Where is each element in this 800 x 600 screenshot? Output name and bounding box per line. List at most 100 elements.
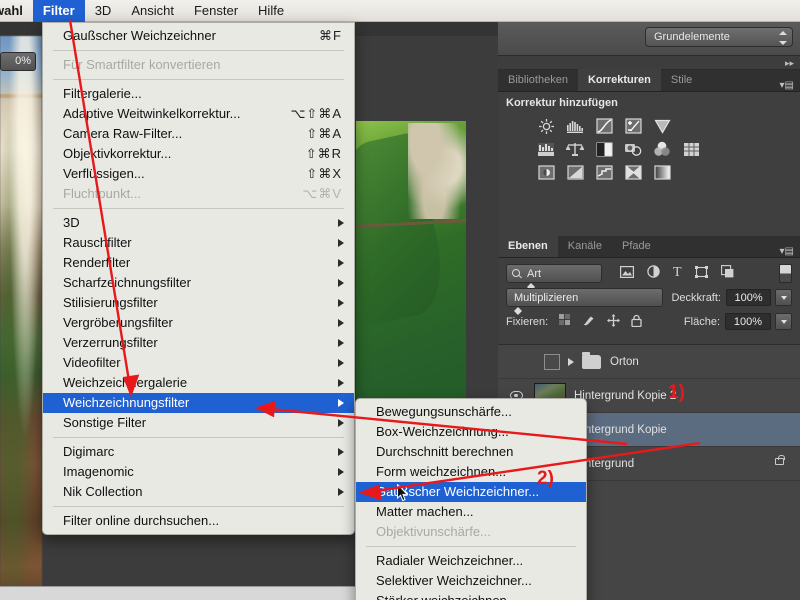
menu-item-imagenomic[interactable]: Imagenomic: [43, 462, 354, 482]
chevron-updown-icon: [514, 307, 662, 315]
menu-item-3d[interactable]: 3D: [43, 213, 354, 233]
table-row[interactable]: Orton: [498, 345, 800, 379]
fill-value[interactable]: 100%: [725, 313, 771, 330]
exposure-icon[interactable]: [623, 117, 643, 135]
gradient-map-icon[interactable]: [652, 163, 672, 181]
menu-item-filter-online-durchsuchen[interactable]: Filter online durchsuchen...: [43, 511, 354, 531]
submenu-item-matter-machen[interactable]: Matter machen...: [356, 502, 586, 522]
color-balance-icon[interactable]: [565, 140, 585, 158]
tab-pfade[interactable]: Pfade: [612, 235, 661, 257]
lock-all-icon[interactable]: [631, 314, 642, 330]
menu-item-label: Rauschfilter: [63, 235, 132, 250]
submenu-item-radialer-weichzeichner[interactable]: Radialer Weichzeichner...: [356, 551, 586, 571]
curves-icon[interactable]: [594, 117, 614, 135]
menu-item-label: Objektivkorrektur...: [63, 146, 172, 161]
lock-image-icon[interactable]: [582, 314, 596, 329]
submenu-item-durchschnitt-berechnen[interactable]: Durchschnitt berechnen: [356, 442, 586, 462]
workspace-switcher[interactable]: Grundelemente: [645, 27, 793, 47]
submenu-arrow-icon: [338, 448, 344, 456]
blend-mode-select[interactable]: Multiplizieren: [506, 288, 664, 315]
menu-item-filtergalerie[interactable]: Filtergalerie...: [43, 84, 354, 104]
levels-icon[interactable]: [565, 117, 585, 135]
menu-filter[interactable]: Filter: [32, 0, 85, 22]
chevron-right-icon[interactable]: [568, 357, 574, 366]
tab-stile[interactable]: Stile: [661, 69, 702, 91]
opacity-value[interactable]: 100%: [725, 289, 772, 306]
menu-item-sonstige-filter[interactable]: Sonstige Filter: [43, 413, 354, 433]
type-layer-icon[interactable]: T: [673, 266, 682, 280]
menu-item-label: Renderfilter: [63, 255, 131, 270]
invert-icon[interactable]: [536, 163, 556, 181]
adjustment-layer-icon[interactable]: [647, 265, 660, 281]
menu-item-renderfilter[interactable]: Renderfilter: [43, 253, 354, 273]
panel-menu-icon[interactable]: ▾▤: [780, 80, 794, 91]
fill-stepper[interactable]: [775, 313, 792, 330]
menu-item-adaptive-weitwinkelkorrektur[interactable]: Adaptive Weitwinkelkorrektur... ⌥⇧⌘A: [43, 104, 354, 124]
menu-item-camera-raw-filter[interactable]: Camera Raw-Filter... ⇧⌘A: [43, 124, 354, 144]
layer-name: Hintergrund Kopie: [574, 423, 667, 436]
black-white-icon[interactable]: [594, 140, 614, 158]
group-checkbox[interactable]: [544, 353, 560, 370]
menu-item-label: Radialer Weichzeichner...: [376, 553, 524, 568]
menu-item-label: Verzerrungsfilter: [63, 335, 158, 350]
menu-item-verzerrungsfilter[interactable]: Verzerrungsfilter: [43, 333, 354, 353]
menu-item-digimarc[interactable]: Digimarc: [43, 442, 354, 462]
menu-item-vergroeberungsfilter[interactable]: Vergröberungsfilter: [43, 313, 354, 333]
menu-item-shortcut: ⇧⌘R: [305, 146, 342, 161]
tab-kanaele[interactable]: Kanäle: [558, 235, 612, 257]
menu-item-scharfzeichnungsfilter[interactable]: Scharfzeichnungsfilter: [43, 273, 354, 293]
submenu-item-selektiver-weichzeichner[interactable]: Selektiver Weichzeichner...: [356, 571, 586, 591]
posterize-icon[interactable]: [565, 163, 585, 181]
menu-item-gaussscher-weichzeichner[interactable]: Gaußscher Weichzeichner ⌘F: [43, 26, 354, 46]
layer-filter-kind-select[interactable]: Art: [506, 263, 602, 291]
menu-ansicht[interactable]: Ansicht: [121, 0, 184, 22]
menu-item-objektivkorrektur[interactable]: Objektivkorrektur... ⇧⌘R: [43, 144, 354, 164]
zoom-level-field[interactable]: 0%: [0, 52, 36, 71]
menu-3d[interactable]: 3D: [85, 0, 122, 22]
submenu-item-bewegungsunschaerfe[interactable]: Bewegungsunschärfe...: [356, 402, 586, 422]
menu-item-weichzeichnergalerie[interactable]: Weichzeichnergalerie: [43, 373, 354, 393]
double-chevron-right-icon[interactable]: ▸▸: [785, 59, 794, 68]
tab-korrekturen[interactable]: Korrekturen: [577, 69, 661, 91]
filter-menu-dropdown[interactable]: Gaußscher Weichzeichner ⌘F Für Smartfilt…: [42, 22, 355, 535]
tab-ebenen[interactable]: Ebenen: [498, 235, 558, 257]
tab-bibliotheken[interactable]: Bibliotheken: [498, 69, 578, 91]
menu-item-rauschfilter[interactable]: Rauschfilter: [43, 233, 354, 253]
color-lookup-icon[interactable]: [681, 140, 701, 158]
selective-color-icon[interactable]: [623, 163, 643, 181]
menu-item-nik-collection[interactable]: Nik Collection: [43, 482, 354, 502]
smart-object-icon[interactable]: [720, 265, 734, 281]
chevron-updown-icon: [778, 31, 787, 45]
menu-separator: [53, 79, 344, 80]
menu-hilfe[interactable]: Hilfe: [248, 0, 294, 22]
menu-item-label: Imagenomic: [63, 464, 134, 479]
lock-position-icon[interactable]: [607, 313, 621, 330]
pixel-layer-icon[interactable]: [620, 265, 635, 281]
menu-item-label: Filter online durchsuchen...: [63, 513, 220, 528]
photo-filter-icon[interactable]: [623, 140, 643, 158]
threshold-icon[interactable]: [594, 163, 614, 181]
blur-submenu-dropdown[interactable]: Bewegungsunschärfe... Box-Weichzeichnung…: [355, 398, 587, 600]
menu-item-stilisierungsfilter[interactable]: Stilisierungsfilter: [43, 293, 354, 313]
menu-item-label: Matter machen...: [376, 504, 474, 519]
hue-saturation-icon[interactable]: [536, 140, 556, 158]
panel-collapse-strip[interactable]: ▸▸: [498, 56, 800, 70]
lock-label: Fixieren:: [506, 315, 549, 328]
menu-auswahl-clipped[interactable]: wahl: [0, 0, 33, 22]
channel-mixer-icon[interactable]: [652, 140, 672, 158]
submenu-item-staerker-weichzeichnen[interactable]: Stärker weichzeichnen: [356, 591, 586, 600]
menu-item-videofilter[interactable]: Videofilter: [43, 353, 354, 373]
submenu-arrow-icon: [338, 239, 344, 247]
submenu-item-box-weichzeichnung[interactable]: Box-Weichzeichnung...: [356, 422, 586, 442]
menu-item-weichzeichnungsfilter[interactable]: Weichzeichnungsfilter: [43, 393, 354, 413]
lock-transparency-icon[interactable]: [559, 314, 571, 329]
opacity-stepper[interactable]: [775, 289, 792, 306]
layers-panel-menu-icon[interactable]: ▾▤: [780, 246, 794, 257]
layer-filter-toggle[interactable]: [779, 263, 792, 283]
vibrance-icon[interactable]: [652, 117, 672, 135]
brightness-contrast-icon[interactable]: [536, 117, 556, 135]
shape-layer-icon[interactable]: [694, 265, 708, 281]
search-icon: [512, 268, 520, 277]
menu-fenster[interactable]: Fenster: [184, 0, 248, 22]
menu-item-verfluessigen[interactable]: Verflüssigen... ⇧⌘X: [43, 164, 354, 184]
